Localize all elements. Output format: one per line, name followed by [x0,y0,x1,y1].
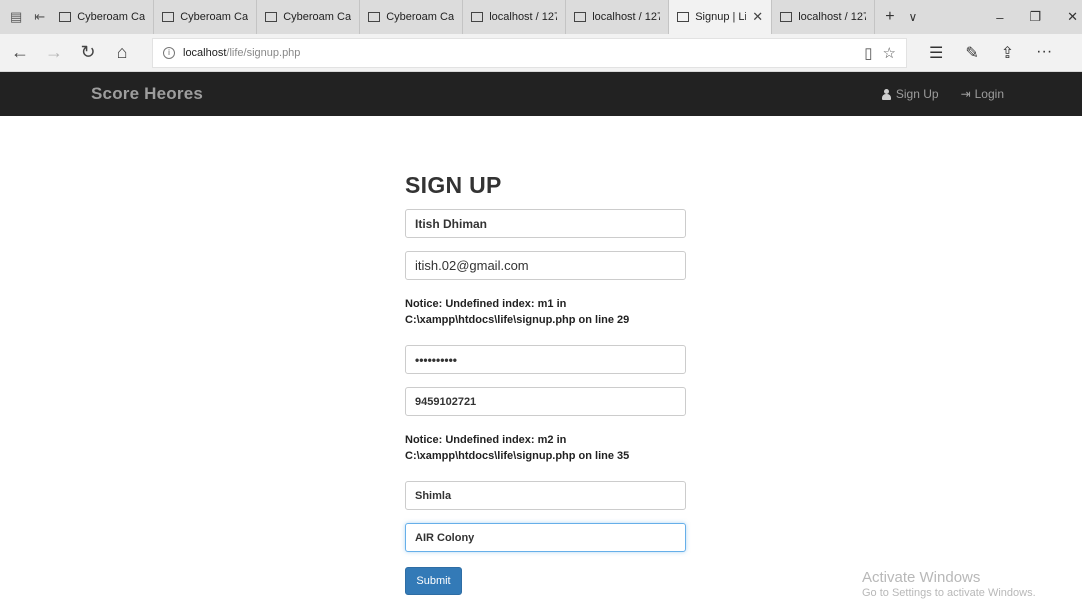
url-bar-icons: ▯ ☆ [864,44,906,62]
page-title: SIGN UP [405,172,502,198]
tab-strip-icons: ▤ ⇤ [0,0,51,34]
restore-window-icon[interactable]: ❐ [1029,9,1041,25]
tab-list-icon[interactable]: ∨ [909,10,918,24]
browser-tab[interactable]: localhost / 127. [772,0,876,34]
address-input[interactable] [405,523,686,552]
login-link[interactable]: ⇥ Login [961,87,1004,101]
watermark-title: Activate Windows [862,569,981,586]
browser-tab[interactable]: Cyberoam Capt [154,0,258,34]
tab-label: Signup | Lif [695,11,747,23]
forward-icon[interactable]: → [40,42,68,63]
page-icon [368,12,381,22]
email-input[interactable] [405,251,686,280]
activate-windows-watermark: Activate Windows Go to Settings to activ… [862,569,1036,599]
url-field[interactable]: i localhost/life/signup.php ▯ ☆ [152,37,907,68]
page-icon [265,12,278,22]
page-icon [677,12,690,22]
browser-tab-active[interactable]: Signup | Lif ✕ [669,0,773,34]
site-navbar: Score Heores Sign Up ⇥ Login [0,72,1082,116]
notice-line: Notice: Undefined index: m1 in [405,298,567,310]
tab-label: Cyberoam Capt [386,11,455,23]
site-brand[interactable]: Score Heores [91,84,203,104]
user-icon [881,88,892,100]
notice-line: Notice: Undefined index: m2 in [405,434,567,446]
php-notice-m1: Notice: Undefined index: m1 in C:\xampp\… [405,296,687,328]
url-host: localhost [183,46,227,59]
share-icon[interactable]: ⇪ [1001,43,1014,63]
more-options-icon[interactable]: ··· [1036,43,1052,63]
page-icon [471,12,484,22]
tab-label: Cyberoam Capt [77,11,146,23]
site-info-icon[interactable]: i [163,46,175,59]
tab-actions: + ∨ [875,0,917,34]
tab-label: Cyberoam Capt [180,11,249,23]
submit-button[interactable]: Submit [405,567,462,595]
tab-label: localhost / 127. [798,11,867,23]
favorites-hub-icon[interactable]: ☰ [929,43,943,63]
url-path: /life/signup.php [226,46,301,59]
site-nav-links: Sign Up ⇥ Login [881,87,1004,101]
tab-label: localhost / 127. [489,11,558,23]
page-icon [59,12,72,22]
back-icon[interactable]: ← [6,42,34,63]
page-icon [780,12,793,22]
tab-close-icon[interactable]: ✕ [752,9,763,25]
browser-toolbar: ☰ ✎ ⇪ ··· [929,43,1052,63]
favorite-star-icon[interactable]: ☆ [883,44,896,62]
page-icon [574,12,587,22]
php-notice-m2: Notice: Undefined index: m2 in C:\xampp\… [405,432,687,464]
new-tab-icon[interactable]: + [885,8,894,26]
browser-tab[interactable]: Cyberoam Capt [51,0,155,34]
set-aside-tabs-icon[interactable]: ▤ [10,9,22,25]
browser-tab[interactable]: localhost / 127. [566,0,670,34]
browser-tab[interactable]: Cyberoam Capt [257,0,361,34]
notice-line: C:\xampp\htdocs\life\signup.php on line … [405,450,630,462]
close-window-icon[interactable]: ✕ [1067,9,1078,25]
signup-link-label: Sign Up [895,87,939,101]
address-bar: ← → ↻ ⌂ i localhost/life/signup.php ▯ ☆ … [0,34,1082,72]
web-notes-icon[interactable]: ✎ [965,43,978,63]
browser-tab[interactable]: localhost / 127. [463,0,567,34]
minimize-icon[interactable]: – [996,10,1003,25]
notice-line: C:\xampp\htdocs\life\signup.php on line … [405,314,630,326]
tab-label: localhost / 127. [592,11,661,23]
reading-view-icon[interactable]: ▯ [864,44,872,62]
home-icon[interactable]: ⌂ [108,42,136,63]
restore-tabs-icon[interactable]: ⇤ [34,9,45,25]
window-controls: – ❐ ✕ [996,0,1082,34]
name-input[interactable] [405,209,686,238]
browser-tab[interactable]: Cyberoam Capt [360,0,464,34]
page-icon [162,12,175,22]
signup-form: SIGN UP Notice: Undefined index: m1 in C… [405,172,687,595]
tab-label: Cyberoam Capt [283,11,352,23]
phone-input[interactable] [405,387,686,416]
signup-link[interactable]: Sign Up [881,87,939,101]
city-input[interactable] [405,481,686,510]
watermark-subtitle: Go to Settings to activate Windows. [862,587,1036,599]
login-icon: ⇥ [960,87,971,101]
browser-tab-strip: ▤ ⇤ Cyberoam Capt Cyberoam Capt Cyberoam… [0,0,1082,34]
login-link-label: Login [974,87,1004,101]
password-input[interactable] [405,345,686,374]
refresh-icon[interactable]: ↻ [74,42,102,63]
